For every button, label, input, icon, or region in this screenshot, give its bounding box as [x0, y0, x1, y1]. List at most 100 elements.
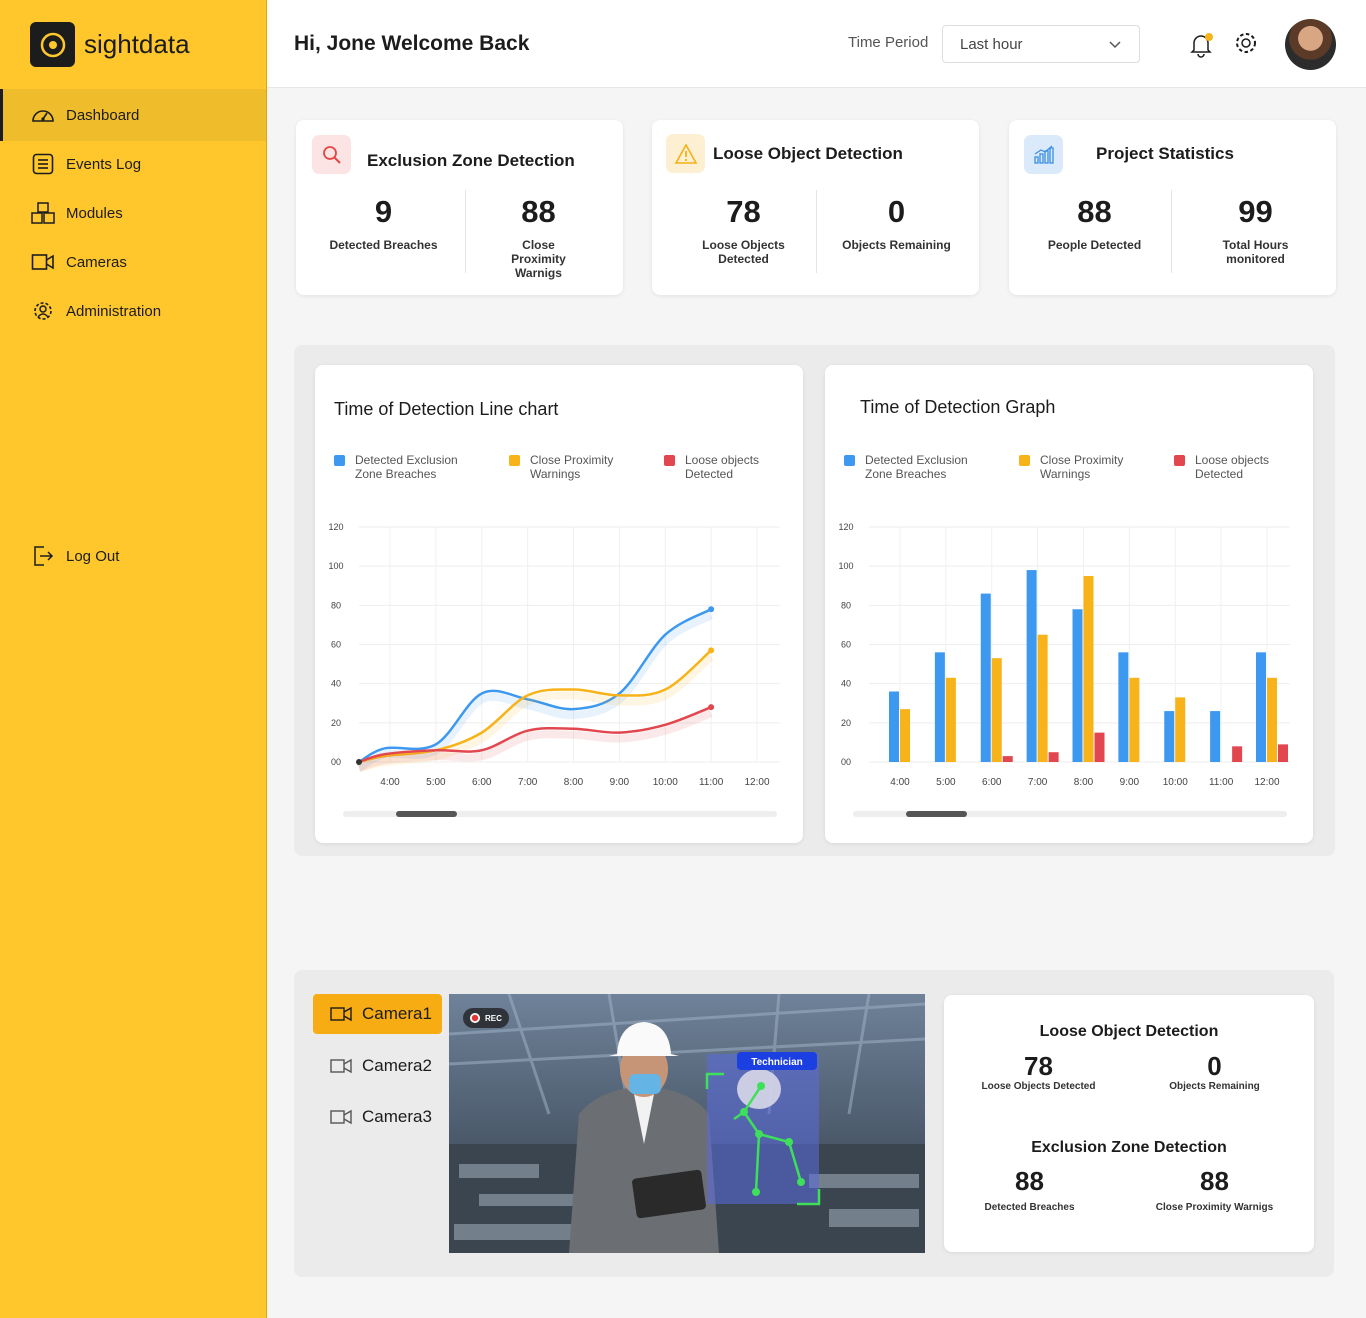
sidebar-item-modules[interactable]: Modules	[0, 187, 266, 239]
sidebar-item-administration[interactable]: Administration	[0, 285, 266, 337]
x-tick-label: 9:00	[1120, 777, 1140, 788]
stat-label: Detected Breaches	[329, 238, 438, 252]
origin-point	[356, 759, 362, 765]
divider	[1171, 190, 1172, 273]
y-tick-label: 40	[841, 679, 851, 689]
camera-tab-2[interactable]: Camera2	[313, 1046, 442, 1086]
legend-swatch	[664, 455, 675, 466]
user-avatar[interactable]	[1285, 19, 1336, 70]
info-value: 0	[1207, 1051, 1222, 1081]
video-camera-icon	[330, 1058, 352, 1074]
scrollbar-thumb[interactable]	[906, 811, 967, 817]
list-icon	[30, 151, 56, 177]
x-tick-label: 5:00	[936, 777, 956, 788]
video-camera-icon	[330, 1006, 352, 1022]
bar	[1129, 677, 1140, 762]
bar	[991, 658, 1002, 762]
info-label: Detected Breaches	[984, 1202, 1075, 1213]
legend-item: Close Proximity Warnings	[509, 453, 630, 481]
x-tick-label: 6:00	[982, 777, 1002, 788]
info-value: 78	[1024, 1051, 1053, 1081]
stat-card-exclusion-zone: Exclusion Zone Detection 9 Detected Brea…	[296, 120, 623, 295]
bar	[1072, 609, 1083, 762]
bar	[980, 593, 991, 762]
y-tick-label: 60	[331, 640, 341, 650]
dashboard-gauge-icon	[30, 102, 56, 128]
legend-item: Loose objects Detected	[664, 453, 775, 481]
series-endpoint	[708, 606, 715, 613]
stat-value: 78	[726, 194, 761, 229]
legend-label: Close Proximity Warnings	[1040, 453, 1124, 481]
warning-icon	[666, 134, 705, 173]
bar	[934, 652, 945, 762]
legend-swatch	[844, 455, 855, 466]
legend-item: Detected Exclusion Zone Breaches	[844, 453, 985, 481]
sidebar-item-dashboard[interactable]: Dashboard	[0, 89, 266, 141]
stat-value: 0	[887, 194, 906, 229]
stat-metric: 9 Detected Breaches	[306, 192, 461, 252]
stat-label: Loose Objects Detected	[702, 238, 785, 266]
info-value: 88	[1015, 1166, 1044, 1196]
info-value: 88	[1200, 1166, 1229, 1196]
info-metric: 88 Detected Breaches	[937, 1166, 1122, 1213]
search-icon	[312, 135, 351, 174]
stat-value: 99	[1238, 194, 1273, 229]
x-tick-label: 12:00	[1254, 777, 1279, 788]
bar	[1037, 634, 1048, 762]
x-tick-label: 11:00	[1209, 777, 1234, 788]
time-period-value: Last hour	[960, 35, 1023, 53]
bar	[1083, 575, 1094, 762]
y-tick-label: 80	[841, 600, 851, 610]
legend-swatch	[1174, 455, 1185, 466]
sidebar-item-events-log[interactable]: Events Log	[0, 138, 266, 190]
camera-tab-1[interactable]: Camera1	[313, 994, 442, 1034]
sidebar-item-cameras[interactable]: Cameras	[0, 236, 266, 288]
stat-value: 88	[1077, 194, 1112, 229]
logout-button[interactable]: Log Out	[0, 530, 266, 582]
y-tick-label: 20	[331, 718, 341, 728]
bar-chart: 00 20 40 60 80 100 120 4:00 5:00 6:00 7:00 8:00 9:00…	[838, 522, 1290, 788]
bar	[1267, 677, 1277, 762]
line-chart-card: Time of Detection Line chart Detected Ex…	[315, 365, 803, 843]
stat-label: People Detected	[1047, 238, 1142, 252]
legend-label: Loose objects Detected	[685, 453, 760, 481]
info-label: Objects Remaining	[1169, 1081, 1260, 1092]
x-tick-label: 4:00	[380, 777, 400, 788]
info-label: Loose Objects Detected	[981, 1081, 1096, 1092]
settings-gear-icon[interactable]	[1233, 30, 1261, 58]
notification-bell-icon[interactable]	[1187, 30, 1215, 58]
stat-label: Total Hours monitored	[1222, 238, 1289, 266]
stat-card-title: Loose Object Detection	[713, 144, 903, 163]
sidebar-item-label: Cameras	[66, 253, 127, 271]
detection-tag: Technician	[751, 1057, 803, 1068]
x-tick-label: 11:00	[699, 777, 724, 788]
stat-label: Objects Remaining	[842, 238, 951, 252]
sidebar: sightdata Dashboard Events Log Modules C…	[0, 0, 267, 1318]
y-tick-label: 40	[331, 679, 341, 689]
stat-metric: 78 Loose Objects Detected	[666, 192, 821, 266]
scrollbar-thumb[interactable]	[396, 811, 457, 817]
chart-scrollbar[interactable]	[853, 811, 1287, 817]
stat-metric: 88 Close Proximity Warnigs	[461, 192, 616, 280]
camera-feed[interactable]: Technician REC	[449, 994, 925, 1253]
stat-metric: 88 People Detected	[1017, 192, 1172, 252]
stat-card-project-statistics: Project Statistics 88 People Detected 99…	[1009, 120, 1336, 295]
line-chart: 00 20 40 60 80 100 120 4:00 5:00 6:00 7:00 8:00 9:00…	[328, 522, 780, 788]
x-tick-label: 6:00	[472, 777, 492, 788]
bar	[889, 691, 899, 762]
legend-item: Close Proximity Warnings	[1019, 453, 1140, 481]
chart-scrollbar[interactable]	[343, 811, 777, 817]
series-endpoint	[708, 704, 715, 711]
series-line-shadow	[357, 709, 713, 772]
sidebar-item-label: Administration	[66, 302, 162, 320]
info-title: Exclusion Zone Detection	[1031, 1139, 1227, 1156]
camera-tab-3[interactable]: Camera3	[313, 1097, 442, 1137]
time-period-select[interactable]: Last hour	[942, 25, 1140, 63]
legend-item: Loose objects Detected	[1174, 453, 1285, 481]
logout-icon	[30, 543, 56, 569]
bar	[1175, 697, 1186, 762]
stat-card-title: Project Statistics	[1096, 144, 1234, 163]
stat-value: 88	[521, 194, 556, 229]
brand-logo[interactable]: sightdata	[30, 22, 190, 67]
x-tick-label: 9:00	[610, 777, 630, 788]
